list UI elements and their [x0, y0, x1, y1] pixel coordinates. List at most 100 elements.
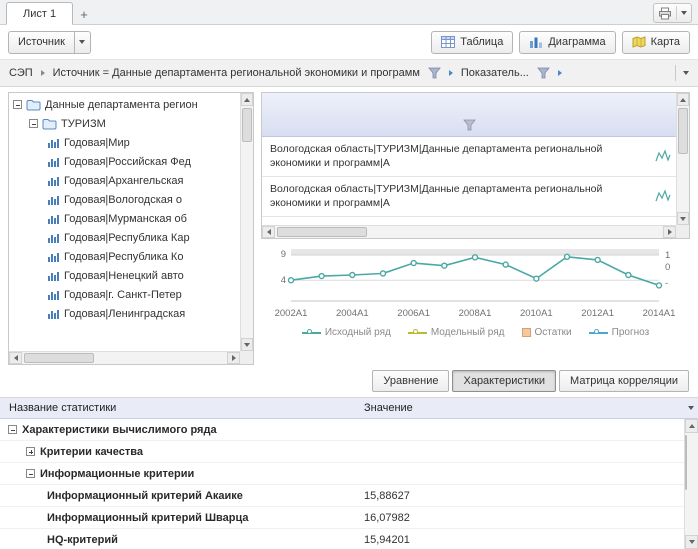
collapse-icon[interactable] [29, 119, 38, 128]
scroll-up-button[interactable] [677, 93, 689, 106]
table-row[interactable]: Характеристики вычислимого ряда [0, 419, 684, 441]
scroll-up-button[interactable] [685, 419, 698, 433]
scroll-left-button[interactable] [262, 226, 275, 238]
tree-item[interactable]: Годовая|Республика Кар [9, 228, 240, 247]
arrow-right-icon [41, 70, 45, 76]
tree-item[interactable]: Годовая|Вологодская о [9, 190, 240, 209]
scrollbar-thumb[interactable] [242, 108, 252, 142]
triangle-up-icon [680, 98, 686, 102]
table-row[interactable]: Информационный критерий Акаике 15,88627 [0, 485, 684, 507]
sheet-options-control[interactable] [653, 3, 692, 23]
stat-value: 15,88627 [356, 490, 684, 502]
arrow-right-icon[interactable] [449, 70, 453, 76]
filter-funnel-icon[interactable] [428, 67, 441, 79]
tree-item[interactable]: Годовая|Мир [9, 133, 240, 152]
source-button[interactable]: Источник [8, 31, 75, 54]
tree-item-label: Годовая|г. Санкт-Петер [64, 289, 182, 301]
column-header-value[interactable]: Значение [356, 402, 688, 414]
scrollbar-track[interactable] [677, 106, 689, 212]
svg-text:2004A1: 2004A1 [336, 308, 369, 319]
legend-item[interactable]: Остатки [522, 327, 572, 338]
series-horizontal-scrollbar[interactable] [262, 225, 676, 238]
tree-item[interactable]: Годовая|Ненецкий авто [9, 266, 240, 285]
series-bars-icon [47, 175, 60, 187]
tree-item[interactable]: Годовая|Архангельская [9, 171, 240, 190]
tab-correlation-matrix[interactable]: Матрица корреляции [559, 370, 689, 392]
scrollbar-thumb[interactable] [24, 353, 94, 363]
series-vertical-scrollbar[interactable] [676, 93, 689, 225]
tab-sheet-1[interactable]: Лист 1 [6, 2, 73, 25]
line-circle-marker-icon [589, 328, 608, 338]
scroll-down-button[interactable] [685, 535, 698, 549]
collapse-icon[interactable] [8, 425, 17, 434]
table-row[interactable]: Информационные критерии [0, 463, 684, 485]
chevron-down-icon[interactable] [681, 11, 687, 15]
tree-horizontal-scrollbar[interactable] [9, 351, 240, 364]
filter-funnel-icon[interactable] [463, 119, 476, 131]
statistics-table-body: Характеристики вычислимого ряда Критерии… [0, 419, 684, 549]
scroll-down-button[interactable] [241, 338, 253, 351]
scroll-right-button[interactable] [227, 352, 240, 364]
map-icon [632, 36, 646, 48]
collapse-icon[interactable] [26, 469, 35, 478]
triangle-left-icon [267, 229, 271, 235]
line-circle-marker-icon [302, 328, 321, 338]
legend-item[interactable]: Прогноз [589, 327, 650, 338]
source-filter-chip[interactable]: Источник = Данные департамента региональ… [53, 67, 420, 79]
expand-icon[interactable] [26, 447, 35, 456]
chart-view-button[interactable]: Диаграмма [519, 31, 615, 54]
arrow-right-icon[interactable] [558, 70, 562, 76]
legend-item[interactable]: Модельный ряд [408, 327, 505, 338]
source-dropdown-button[interactable] [75, 31, 91, 54]
new-sheet-button[interactable]: + [73, 4, 95, 24]
scroll-right-button[interactable] [663, 226, 676, 238]
scrollbar-track[interactable] [685, 433, 698, 535]
scrollbar-track[interactable] [275, 226, 663, 238]
folder-icon [42, 118, 57, 130]
svg-text:-: - [665, 278, 668, 289]
tree-item[interactable]: Годовая|Мурманская об [9, 209, 240, 228]
header-dropdown-icon[interactable] [688, 406, 694, 410]
table-row[interactable]: Критерии качества [0, 441, 684, 463]
scroll-up-button[interactable] [241, 93, 253, 106]
tree-node-tourism[interactable]: ТУРИЗМ [9, 114, 240, 133]
scrollbar-track[interactable] [241, 106, 253, 338]
statistics-vertical-scrollbar[interactable] [684, 419, 698, 549]
column-header-name[interactable]: Название статистики [0, 402, 356, 414]
filter-funnel-icon[interactable] [537, 67, 550, 79]
tree-item-label: Годовая|Мурманская об [64, 213, 187, 225]
legend-item[interactable]: Исходный ряд [302, 327, 391, 338]
tree-item-label: Годовая|Вологодская о [64, 194, 182, 206]
filter-breadcrumb-bar: СЭП Источник = Данные департамента регио… [0, 59, 698, 87]
table-row[interactable]: HQ-критерий 15,94201 [0, 529, 684, 549]
tree-scroll-area: Данные департамента регион ТУРИЗМ Годова… [9, 93, 240, 351]
table-row[interactable]: Информационный критерий Шварца 16,07982 [0, 507, 684, 529]
tree-item[interactable]: Годовая|г. Санкт-Петер [9, 285, 240, 304]
scrollbar-thumb[interactable] [685, 435, 687, 490]
collapse-icon[interactable] [13, 100, 22, 109]
scrollbar-thumb[interactable] [277, 227, 367, 237]
svg-text:4: 4 [281, 275, 286, 286]
chevron-down-icon[interactable] [683, 71, 689, 75]
scrollbar-thumb[interactable] [678, 108, 688, 154]
tree-item-label: Годовая|Ненецкий авто [64, 270, 184, 282]
map-view-button[interactable]: Карта [622, 31, 690, 54]
tab-correlation-matrix-label: Матрица корреляции [570, 375, 678, 387]
scroll-left-button[interactable] [9, 352, 22, 364]
tree-item[interactable]: Годовая|Республика Ко [9, 247, 240, 266]
scrollbar-track[interactable] [22, 352, 227, 364]
tab-equation[interactable]: Уравнение [372, 370, 449, 392]
series-row[interactable]: Вологодская область|ТУРИЗМ|Данные департ… [262, 177, 676, 217]
triangle-down-icon [680, 217, 686, 221]
scroll-down-button[interactable] [677, 212, 689, 225]
tree-item[interactable]: Годовая|Российская Фед [9, 152, 240, 171]
print-icon[interactable] [658, 7, 672, 20]
tree-item[interactable]: Годовая|Ленинградская [9, 304, 240, 323]
tree-vertical-scrollbar[interactable] [240, 93, 253, 351]
indicator-filter-chip[interactable]: Показатель... [461, 67, 529, 79]
tree-node-root[interactable]: Данные департамента регион [9, 95, 240, 114]
table-view-button[interactable]: Таблица [431, 31, 513, 54]
breadcrumb-root[interactable]: СЭП [9, 67, 33, 79]
tab-characteristics[interactable]: Характеристики [452, 370, 556, 392]
series-row[interactable]: Вологодская область|ТУРИЗМ|Данные департ… [262, 137, 676, 177]
